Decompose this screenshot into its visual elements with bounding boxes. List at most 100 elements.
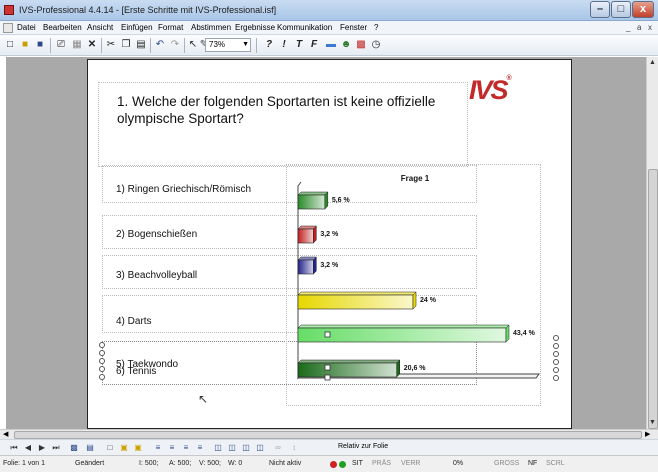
selection-handle[interactable] bbox=[99, 350, 105, 356]
chart-selection-handle bbox=[324, 364, 331, 371]
mdi-restore-button[interactable]: a bbox=[637, 23, 641, 32]
selection-handle[interactable] bbox=[553, 375, 559, 381]
copy-icon[interactable]: ❐ bbox=[119, 38, 133, 52]
bar-value-label-6: 20,6 % bbox=[404, 365, 427, 372]
question-tool-button[interactable]: ? bbox=[262, 38, 276, 52]
close-button[interactable]: x bbox=[632, 1, 654, 18]
first-slide-icon[interactable]: ⏮ bbox=[8, 442, 20, 454]
bar-side-1 bbox=[324, 191, 329, 210]
print-icon[interactable]: ⎚ bbox=[54, 38, 68, 52]
menu-format[interactable]: Format bbox=[158, 23, 183, 32]
toolbar-separator bbox=[50, 38, 51, 53]
mdi-close-button[interactable]: x bbox=[648, 23, 652, 32]
selection-handle[interactable] bbox=[99, 342, 105, 348]
app-icon[interactable] bbox=[4, 5, 14, 15]
align-right-icon[interactable]: ≡ bbox=[180, 442, 192, 454]
status-active: Nicht aktiv bbox=[269, 460, 302, 467]
relative-to-slide-toggle[interactable]: Relativ zur Folie bbox=[338, 443, 388, 450]
selection-handle[interactable] bbox=[553, 343, 559, 349]
next-slide-icon[interactable]: ▶ bbox=[36, 442, 48, 454]
distribute-2-icon[interactable]: ◫ bbox=[226, 442, 238, 454]
selection-handle[interactable] bbox=[553, 351, 559, 357]
align-center-icon[interactable]: ≡ bbox=[166, 442, 178, 454]
redo-icon[interactable]: ↷ bbox=[168, 38, 182, 52]
previous-slide-icon[interactable]: ◀ bbox=[22, 442, 34, 454]
distribute-3-icon[interactable]: ◫ bbox=[240, 442, 252, 454]
save-icon[interactable]: ■ bbox=[33, 38, 47, 52]
green-status-light-icon bbox=[339, 461, 346, 468]
bar-side-4 bbox=[412, 291, 417, 310]
menu-bearbeiten[interactable]: Bearbeiten bbox=[43, 23, 82, 32]
vertical-scroll-thumb[interactable] bbox=[648, 169, 658, 429]
distribute-1-icon[interactable]: ◫ bbox=[212, 442, 224, 454]
scroll-down-icon[interactable]: ▼ bbox=[649, 419, 656, 426]
bar-chart-icon[interactable]: ▩ bbox=[354, 38, 368, 52]
toolbar-separator bbox=[256, 38, 257, 53]
menu-ansicht[interactable]: Ansicht bbox=[87, 23, 113, 32]
last-slide-icon[interactable]: ⏭ bbox=[50, 442, 62, 454]
horizontal-scrollbar[interactable]: ◀ ▶ bbox=[0, 429, 658, 439]
open-folder-icon[interactable]: ■ bbox=[18, 38, 32, 52]
scroll-up-icon[interactable]: ▲ bbox=[649, 59, 656, 66]
outline-view-icon[interactable]: ▤ bbox=[84, 442, 96, 454]
slide-view-icon[interactable]: ▩ bbox=[68, 442, 80, 454]
horizontal-scroll-thumb[interactable] bbox=[14, 431, 642, 439]
selection-handle[interactable] bbox=[553, 367, 559, 373]
bar-4 bbox=[297, 294, 414, 310]
selection-handle[interactable] bbox=[99, 366, 105, 372]
selection-handle[interactable] bbox=[99, 358, 105, 364]
bar-side-5 bbox=[505, 324, 510, 343]
scroll-left-icon[interactable]: ◀ bbox=[3, 430, 8, 438]
selection-handle[interactable] bbox=[99, 374, 105, 380]
people-icon[interactable]: ☻ bbox=[339, 38, 353, 52]
false-tool-button[interactable]: F bbox=[307, 38, 321, 52]
menu-datei[interactable]: Datei bbox=[17, 23, 36, 32]
window-title: IVS-Professional 4.4.14 - [Erste Schritt… bbox=[19, 5, 277, 15]
selection-handle[interactable] bbox=[553, 335, 559, 341]
document-icon[interactable] bbox=[3, 23, 13, 33]
vertical-scrollbar[interactable]: ▲ ▼ bbox=[646, 57, 658, 429]
maximize-button[interactable]: □ bbox=[611, 1, 631, 18]
distribute-4-icon[interactable]: ◫ bbox=[254, 442, 266, 454]
timer-icon[interactable]: ◷ bbox=[369, 38, 383, 52]
align-left-icon[interactable]: ≡ bbox=[152, 442, 164, 454]
scroll-right-icon[interactable]: ▶ bbox=[645, 430, 650, 438]
selection-handle[interactable] bbox=[553, 359, 559, 365]
layout-1-icon[interactable]: □ bbox=[104, 442, 116, 454]
chart-axis bbox=[297, 181, 302, 380]
navigation-bar: ⏮ ◀ ▶ ⏭ ▩ ▤ □ ▣ ▣ ≡ ≡ ≡ ≡ ◫ ◫ ◫ ◫ ∞ ↕ Re… bbox=[0, 439, 658, 455]
bar-2 bbox=[297, 228, 314, 244]
center-icon[interactable]: ↕ bbox=[288, 442, 300, 454]
cut-icon[interactable]: ✂ bbox=[104, 38, 118, 52]
toolbar-separator bbox=[101, 38, 102, 53]
true-tool-button[interactable]: T bbox=[292, 38, 306, 52]
zoom-select[interactable]: 73% ▼ bbox=[205, 38, 251, 52]
properties-icon[interactable]: ▦ bbox=[70, 38, 84, 52]
bar-value-label-4: 24 % bbox=[420, 297, 437, 304]
menu-abstimmen[interactable]: Abstimmen bbox=[191, 23, 231, 32]
status-slide-count: Folie: 1 von 1 bbox=[3, 460, 46, 467]
layout-2-icon[interactable]: ▣ bbox=[118, 442, 130, 454]
minimize-button[interactable]: – bbox=[590, 1, 610, 18]
menu-help[interactable]: ? bbox=[374, 23, 378, 32]
mdi-minimize-button[interactable]: _ bbox=[626, 23, 630, 32]
slide-canvas[interactable]: 1. Welche der folgenden Sportarten ist k… bbox=[87, 59, 572, 429]
layout-3-icon[interactable]: ▣ bbox=[132, 442, 144, 454]
red-status-light-icon bbox=[330, 461, 337, 468]
menu-einfuegen[interactable]: Einfügen bbox=[121, 23, 153, 32]
menu-bar: Datei Bearbeiten Ansicht Einfügen Format… bbox=[0, 21, 658, 35]
link-icon[interactable]: ∞ bbox=[272, 442, 284, 454]
delete-icon[interactable]: ✕ bbox=[85, 38, 99, 52]
menu-kommunikation[interactable]: Kommunikation bbox=[277, 23, 332, 32]
menu-ergebnisse[interactable]: Ergebnisse bbox=[235, 23, 275, 32]
zoom-value: 73% bbox=[209, 40, 226, 49]
new-file-icon[interactable]: □ bbox=[3, 38, 17, 52]
menu-fenster[interactable]: Fenster bbox=[340, 23, 367, 32]
toolbar-separator bbox=[184, 38, 185, 53]
exclamation-tool-button[interactable]: ! bbox=[277, 38, 291, 52]
image-icon[interactable]: ▬ bbox=[324, 38, 338, 52]
paste-icon[interactable]: ▤ bbox=[134, 38, 148, 52]
undo-icon[interactable]: ↶ bbox=[153, 38, 167, 52]
status-nf: NF bbox=[528, 460, 538, 467]
align-justify-icon[interactable]: ≡ bbox=[194, 442, 206, 454]
